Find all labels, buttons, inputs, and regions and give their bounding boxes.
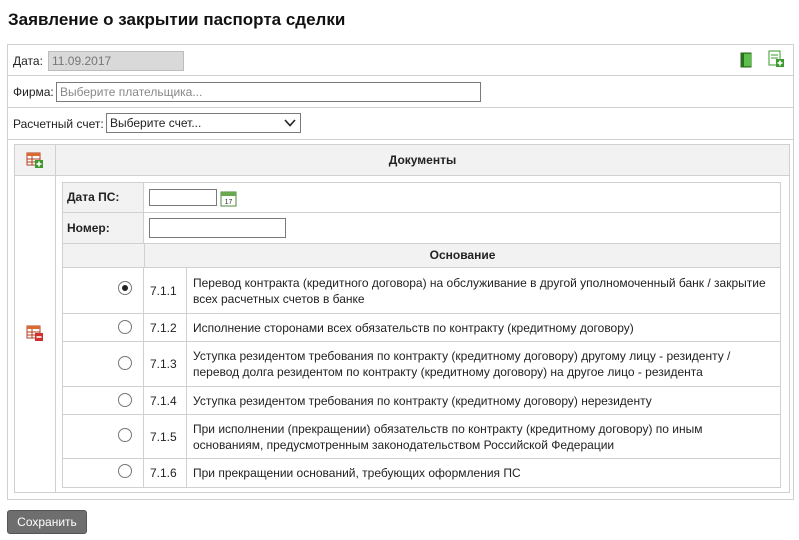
basis-text: Уступка резидентом требования по контрак… [193, 394, 652, 408]
firm-input[interactable] [56, 82, 481, 102]
documents-side-column [15, 145, 56, 492]
ps-date-input[interactable] [149, 189, 217, 206]
ps-date-label: Дата ПС: [63, 183, 144, 212]
chevron-down-icon [283, 116, 297, 130]
basis-code: 7.1.2 [144, 314, 187, 341]
basis-option-row[interactable]: 7.1.5 При исполнении (прекращении) обяза… [63, 415, 780, 459]
basis-code: 7.1.4 [144, 387, 187, 414]
add-row-icon[interactable] [26, 151, 44, 169]
basis-text: Перевод контракта (кредитного договора) … [193, 276, 766, 306]
calendar-icon[interactable]: 17 [220, 190, 237, 207]
page-title: Заявление о закрытии паспорта сделки [8, 10, 346, 29]
basis-header-row: Основание [63, 244, 780, 268]
account-row: Расчетный счет: Выберите счет... [8, 108, 793, 140]
book-icon[interactable] [738, 51, 756, 69]
basis-radio-7-1-3[interactable] [118, 356, 132, 370]
firm-label: Фирма: [13, 85, 54, 99]
basis-code: 7.1.6 [144, 459, 187, 487]
basis-text: Уступка резидентом требования по контрак… [193, 349, 731, 379]
basis-code: 7.1.3 [144, 342, 187, 386]
basis-code: 7.1.1 [144, 268, 187, 313]
basis-option-row[interactable]: 7.1.2 Исполнение сторонами всех обязател… [63, 314, 780, 342]
basis-option-row[interactable]: 7.1.3 Уступка резидентом требования по к… [63, 342, 780, 387]
basis-radio-7-1-1[interactable] [118, 281, 132, 295]
svg-text:17: 17 [225, 199, 233, 206]
basis-option-row[interactable]: 7.1.1 Перевод контракта (кредитного дого… [63, 268, 780, 314]
basis-radio-7-1-4[interactable] [118, 393, 132, 407]
account-label: Расчетный счет: [13, 117, 104, 131]
basis-radio-7-1-5[interactable] [118, 428, 132, 442]
basis-radio-7-1-2[interactable] [118, 320, 132, 334]
basis-code: 7.1.5 [144, 415, 187, 458]
ps-date-row: Дата ПС: 17 [63, 183, 780, 213]
date-row: Дата: [8, 45, 793, 76]
add-document-icon[interactable] [767, 50, 785, 68]
basis-text: Исполнение сторонами всех обязательств п… [193, 321, 634, 335]
account-select[interactable]: Выберите счет... [106, 113, 301, 133]
basis-header: Основание [144, 244, 780, 267]
basis-option-row[interactable]: 7.1.4 Уступка резидентом требования по к… [63, 387, 780, 415]
basis-text: При исполнении (прекращении) обязательст… [193, 422, 703, 452]
documents-header: Документы [56, 145, 789, 176]
number-input[interactable] [149, 218, 286, 238]
form-container: Дата: Фирма: Расчетный счет: [7, 44, 794, 500]
documents-section: Документы Дата ПС: 17 Номер: Основание 7… [14, 144, 790, 493]
basis-radio-7-1-6[interactable] [118, 464, 132, 478]
documents-table: Дата ПС: 17 Номер: Основание 7.1.1 Перев… [62, 182, 781, 488]
basis-text: При прекращении оснований, требующих офо… [193, 466, 521, 480]
number-row: Номер: [63, 213, 780, 244]
account-select-value: Выберите счет... [110, 116, 202, 130]
delete-row-icon[interactable] [26, 324, 44, 342]
date-label: Дата: [13, 54, 43, 68]
firm-row: Фирма: [8, 76, 793, 108]
date-field[interactable] [48, 51, 184, 71]
save-button[interactable]: Сохранить [7, 510, 87, 534]
basis-option-row[interactable]: 7.1.6 При прекращении оснований, требующ… [63, 459, 780, 487]
number-label: Номер: [63, 213, 144, 243]
